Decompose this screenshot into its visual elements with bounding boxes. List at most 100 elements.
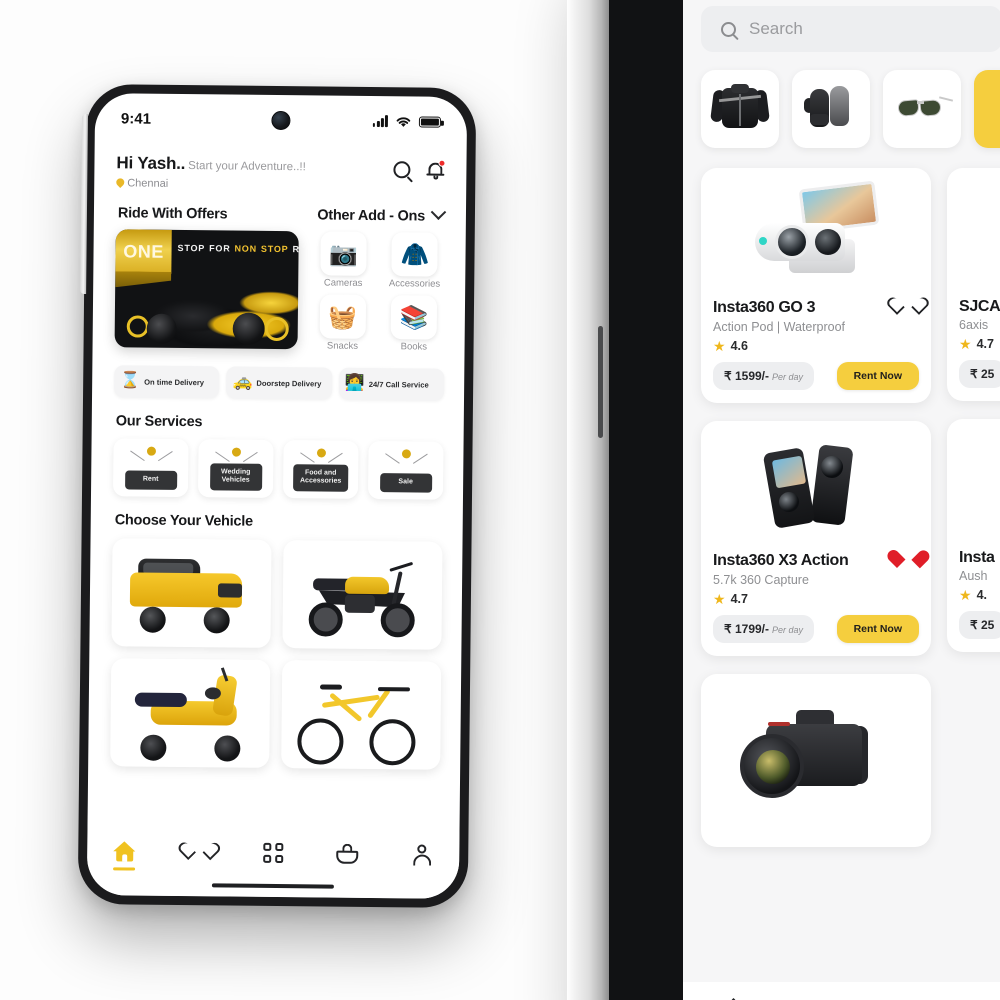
right-phone-screen: Add ons Search bbox=[683, 0, 1000, 1000]
tab-wishlist[interactable] bbox=[173, 840, 225, 864]
hourglass-icon: ⌛ bbox=[120, 372, 141, 390]
hanging-sign-rope-icon bbox=[391, 453, 421, 465]
product-title: Insta bbox=[959, 549, 995, 566]
search-icon[interactable] bbox=[393, 161, 411, 179]
product-rating-value: 4. bbox=[976, 588, 987, 602]
product-price-unit: Per day bbox=[772, 625, 804, 635]
hanging-sign-rope-icon bbox=[136, 451, 166, 463]
search-input[interactable]: Search bbox=[701, 6, 1000, 52]
map-pin-icon bbox=[116, 178, 124, 189]
sunglasses-icon bbox=[893, 80, 954, 138]
tab-home[interactable] bbox=[98, 839, 150, 871]
product-card-insta-aush[interactable]: Insta Aush ★ 4. ₹ 25 bbox=[947, 419, 1000, 652]
rent-now-button[interactable]: Rent Now bbox=[836, 615, 919, 643]
addon-item-books[interactable]: 📚 Books bbox=[383, 295, 445, 353]
location-row[interactable]: Chennai bbox=[116, 177, 306, 191]
category-chip-sunglasses[interactable] bbox=[883, 70, 961, 148]
feature-chip-call-service[interactable]: 👩‍💻 24/7 Call Service bbox=[338, 367, 445, 401]
banner-tagline: STOP FOR NON STOP RIDES bbox=[178, 243, 299, 255]
product-card-dslr[interactable] bbox=[701, 674, 931, 847]
product-rating-value: 4.7 bbox=[976, 337, 994, 351]
category-chip-action-camera[interactable] bbox=[974, 70, 1000, 148]
scroll-fade bbox=[87, 799, 460, 829]
chevron-down-icon[interactable] bbox=[430, 204, 447, 220]
vehicle-card-bicycle[interactable] bbox=[281, 660, 442, 770]
addon-item-accessories[interactable]: 🧥 Accessories bbox=[384, 232, 446, 290]
offer-banner-card[interactable]: ONE STOP FOR NON STOP RIDES bbox=[114, 229, 300, 350]
banner-badge: ONE bbox=[115, 229, 172, 274]
banner-badge-text: ONE bbox=[123, 240, 164, 262]
product-rating: ★ 4.7 bbox=[959, 337, 1000, 351]
banner-car-wheel-rear bbox=[232, 312, 265, 345]
banner-word-1: STOP bbox=[177, 242, 206, 254]
raincoat-accessories-icon: 🧥 bbox=[391, 232, 439, 277]
service-card-wedding-vehicles[interactable]: Wedding Vehicles bbox=[197, 439, 274, 498]
product-card-insta360-x3[interactable]: Insta360 X3 Action 5.7k 360 Capture ★ 4.… bbox=[701, 421, 931, 656]
star-icon: ★ bbox=[959, 336, 972, 352]
favorite-toggle-icon-active[interactable] bbox=[897, 551, 919, 571]
left-phone-screen: 9:41 Hi Yash.. Start your Adventure..!! … bbox=[86, 93, 468, 899]
service-card-food-accessories[interactable]: Food and Accessories bbox=[282, 440, 359, 499]
tab-categories[interactable] bbox=[247, 841, 299, 865]
feature-chip-doorstep-delivery[interactable]: 🚕 Doorstep Delivery bbox=[226, 366, 333, 400]
camera-icon: 📷 bbox=[320, 231, 367, 276]
screenshot-stage: 9:41 Hi Yash.. Start your Adventure..!! … bbox=[0, 0, 1000, 1000]
hanging-sign-rope-icon bbox=[221, 451, 251, 463]
right-phone-device: Add ons Search bbox=[567, 0, 1000, 1000]
favorite-toggle-icon[interactable] bbox=[897, 298, 919, 318]
home-icon bbox=[112, 839, 136, 862]
category-chip-gloves[interactable] bbox=[792, 70, 870, 148]
greeting-tagline: Start your Adventure..!! bbox=[188, 160, 306, 174]
gloves-icon bbox=[802, 80, 860, 138]
bicycle-illustration bbox=[281, 660, 441, 770]
product-price: ₹ 25 bbox=[970, 367, 995, 381]
choose-your-vehicle-title: Choose Your Vehicle bbox=[114, 512, 253, 530]
product-column-left: Insta360 GO 3 Action Pod | Waterproof ★ … bbox=[701, 168, 931, 847]
phone-metal-frame bbox=[567, 0, 609, 1000]
person-icon bbox=[410, 842, 434, 866]
bell-icon[interactable] bbox=[426, 159, 446, 180]
hanging-sign-rope-icon bbox=[306, 452, 336, 464]
service-label-sale: Sale bbox=[379, 473, 432, 493]
service-card-sale[interactable]: Sale bbox=[367, 440, 444, 500]
product-card-sjcam[interactable]: SJCAM 6axis ★ 4.7 ₹ 25 bbox=[947, 168, 1000, 401]
volume-button[interactable] bbox=[598, 326, 603, 438]
tab-profile[interactable] bbox=[396, 842, 448, 866]
feature-chip-on-time-delivery[interactable]: ⌛ On time Delivery bbox=[114, 365, 220, 399]
ride-with-offers-title: Ride With Offers bbox=[117, 205, 228, 223]
product-subtitle: Action Pod | Waterproof bbox=[713, 320, 846, 334]
product-title: SJCAM bbox=[959, 298, 1000, 315]
suv-car-illustration bbox=[111, 538, 271, 648]
product-image-sjcam bbox=[959, 178, 1000, 296]
search-placeholder: Search bbox=[749, 19, 803, 38]
star-icon: ★ bbox=[713, 338, 726, 354]
category-chip-row[interactable] bbox=[683, 52, 1000, 148]
service-card-rent[interactable]: Rent bbox=[112, 438, 189, 498]
addons-grid: 📷 Cameras 🧥 Accessories 🧺 Snacks 📚 Books bbox=[312, 231, 446, 353]
category-chip-jacket[interactable] bbox=[701, 70, 779, 148]
vehicle-grid bbox=[88, 528, 462, 770]
front-camera-icon bbox=[271, 110, 291, 131]
home-scroll-area[interactable]: Hi Yash.. Start your Adventure..!! Chenn… bbox=[87, 135, 467, 899]
left-phone-device: 9:41 Hi Yash.. Start your Adventure..!! … bbox=[77, 83, 477, 909]
rent-now-button[interactable]: Rent Now bbox=[836, 362, 919, 390]
addon-item-snacks[interactable]: 🧺 Snacks bbox=[312, 294, 374, 352]
vehicle-card-motorcycle[interactable] bbox=[282, 540, 443, 650]
vehicle-card-scooter[interactable] bbox=[110, 658, 271, 768]
basket-icon bbox=[336, 842, 360, 865]
status-time: 9:41 bbox=[120, 109, 152, 128]
greeting-header: Hi Yash.. Start your Adventure..!! Chenn… bbox=[94, 135, 467, 193]
product-subtitle: Aush bbox=[959, 569, 988, 583]
product-image-insta360-x3 bbox=[713, 431, 919, 549]
active-tab-indicator bbox=[113, 867, 136, 871]
feature-chip-label-1: Doorstep Delivery bbox=[256, 378, 322, 388]
product-card-insta360-go3[interactable]: Insta360 GO 3 Action Pod | Waterproof ★ … bbox=[701, 168, 931, 403]
product-image-insta-aush bbox=[959, 429, 1000, 547]
star-icon: ★ bbox=[959, 587, 972, 603]
snacks-basket-icon: 🧺 bbox=[319, 294, 367, 339]
addon-item-cameras[interactable]: 📷 Cameras bbox=[312, 231, 374, 289]
tab-cart[interactable] bbox=[322, 841, 374, 865]
vehicle-card-suv-car[interactable] bbox=[111, 538, 272, 648]
service-label-food-accessories: Food and Accessories bbox=[292, 463, 349, 492]
scooter-illustration bbox=[110, 658, 270, 768]
